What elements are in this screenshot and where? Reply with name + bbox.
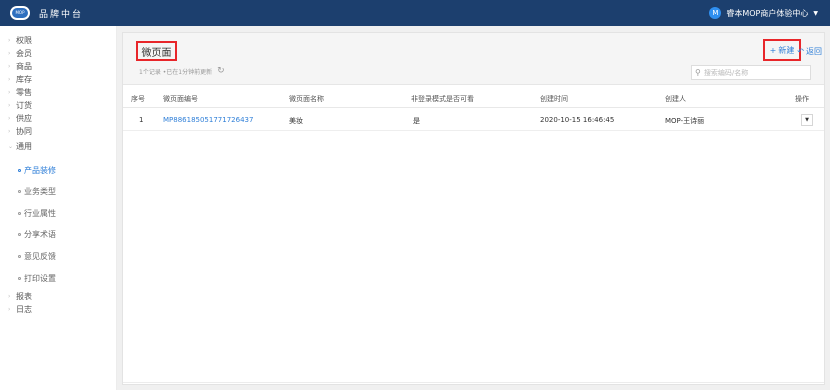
cell-created-at: 2020-10-15 16:46:45	[540, 116, 615, 124]
cell-visible-without-login: 是	[413, 117, 420, 125]
chevron-right-icon: ›	[8, 88, 11, 96]
sidebar-item-label: 会员	[16, 48, 32, 58]
column-header-creator: 创建人	[665, 95, 686, 103]
sidebar-subitem-feedback[interactable]: 意见反馈	[18, 250, 56, 262]
user-name: 睿本MOP商户体验中心	[726, 8, 809, 18]
sidebar-item-logs[interactable]: › 日志	[8, 303, 32, 315]
plus-icon: +	[769, 45, 777, 55]
sidebar-item-ordering[interactable]: › 订货	[8, 99, 32, 111]
sidebar-item-general[interactable]: ⌄ 通用	[8, 140, 32, 152]
chevron-right-icon: ›	[8, 62, 11, 70]
sidebar-item-label: 协同	[16, 126, 32, 136]
bullet-icon	[18, 211, 21, 215]
chevron-right-icon: ›	[8, 101, 11, 109]
cell-code-link[interactable]: MP886185051771726437	[163, 116, 253, 124]
sidebar-subitem-print-settings[interactable]: 打印设置	[18, 272, 56, 284]
undo-arrow-icon: ↶	[797, 47, 804, 56]
sidebar-item-reports[interactable]: › 报表	[8, 290, 32, 302]
divider	[123, 382, 824, 383]
column-header-name: 微页面名称	[289, 95, 324, 103]
avatar: M	[709, 7, 722, 19]
table-row: 1 MP886185051771726437 美妆 是 2020-10-15 1…	[123, 109, 824, 131]
page-title: 微页面	[136, 41, 177, 61]
cell-creator: MOP-王诗丽	[665, 117, 705, 125]
sidebar-item-supply[interactable]: › 供应	[8, 112, 32, 124]
sidebar-item-label: 商品	[16, 61, 32, 71]
chevron-down-icon: ⌄	[8, 142, 14, 150]
sidebar-item-label: 零售	[16, 87, 32, 97]
refresh-icon[interactable]: ↻	[217, 66, 225, 76]
app-title: 品牌中台	[39, 9, 84, 20]
sidebar-item-label: 供应	[16, 113, 32, 123]
chevron-right-icon: ›	[8, 75, 11, 83]
cell-index: 1	[139, 116, 144, 124]
bullet-icon	[18, 189, 21, 193]
chevron-right-icon: ›	[8, 305, 11, 313]
chevron-right-icon: ›	[8, 114, 11, 122]
new-button-label: 新建	[778, 45, 795, 55]
search-input[interactable]	[703, 68, 804, 77]
bullet-icon	[18, 254, 21, 258]
column-header-visible-without-login: 非登录模式是否可看	[411, 95, 474, 103]
chevron-right-icon: ›	[8, 49, 11, 57]
bullet-icon	[18, 276, 21, 280]
sidebar-subitem-product-decoration[interactable]: 产品装修	[18, 164, 56, 176]
brand-logo[interactable]: MOP	[10, 6, 30, 20]
sidebar: › 权限 › 会员 › 商品 › 库存 › 零售 › 订货 › 供应 › 协同 ⌄ 通用 产品装修…	[0, 26, 117, 390]
back-button[interactable]: ↶ 返回	[797, 46, 822, 57]
column-header-code: 微页面编号	[163, 95, 198, 103]
sidebar-subitem-industry-attributes[interactable]: 行业属性	[18, 207, 56, 219]
sidebar-item-inventory[interactable]: › 库存	[8, 73, 32, 85]
sidebar-subitem-label: 业务类型	[24, 186, 56, 196]
brand-logo-text: MOP	[12, 8, 28, 18]
sidebar-subitem-label: 分享术语	[24, 229, 56, 239]
chevron-right-icon: ›	[8, 36, 11, 44]
content-panel: 微页面 1个记录 •已在1分钟前更新 ↻ + 新建 ↶ 返回 ⚲ 序号 微页面编…	[122, 32, 825, 385]
sidebar-item-members[interactable]: › 会员	[8, 47, 32, 59]
sidebar-item-retail[interactable]: › 零售	[8, 86, 32, 98]
sidebar-subitem-business-type[interactable]: 业务类型	[18, 185, 56, 197]
new-button[interactable]: + 新建	[763, 39, 801, 61]
sidebar-item-label: 日志	[16, 304, 32, 314]
sidebar-subitem-label: 产品装修	[24, 165, 56, 175]
column-header-created-at: 创建时间	[540, 95, 568, 103]
panel-header: 微页面 1个记录 •已在1分钟前更新 ↻ + 新建 ↶ 返回 ⚲	[123, 33, 824, 85]
sidebar-item-label: 通用	[16, 141, 32, 151]
record-meta: 1个记录 •已在1分钟前更新 ↻	[139, 66, 225, 76]
search-box[interactable]: ⚲	[691, 65, 811, 80]
table-header: 序号 微页面编号 微页面名称 非登录模式是否可看 创建时间 创建人 操作	[123, 90, 824, 108]
column-header-actions: 操作	[795, 95, 809, 103]
bullet-icon	[18, 168, 21, 172]
back-button-label: 返回	[806, 47, 822, 56]
search-icon: ⚲	[695, 68, 701, 77]
sidebar-item-permissions[interactable]: › 权限	[8, 34, 32, 46]
caret-down-icon: ▼	[805, 117, 809, 123]
cell-name: 美妆	[289, 117, 303, 125]
top-bar: MOP 品牌中台 M 睿本MOP商户体验中心 ▼	[0, 0, 830, 26]
chevron-right-icon: ›	[8, 127, 11, 135]
column-header-index: 序号	[131, 95, 145, 103]
chevron-right-icon: ›	[8, 292, 11, 300]
sidebar-subitem-label: 打印设置	[24, 273, 56, 283]
sidebar-subitem-label: 行业属性	[24, 208, 56, 218]
sidebar-subitem-label: 意见反馈	[24, 251, 56, 261]
bullet-icon	[18, 232, 21, 236]
main-area: 微页面 1个记录 •已在1分钟前更新 ↻ + 新建 ↶ 返回 ⚲ 序号 微页面编…	[117, 26, 830, 390]
sidebar-item-products[interactable]: › 商品	[8, 60, 32, 72]
sidebar-item-label: 订货	[16, 100, 32, 110]
sidebar-item-label: 权限	[16, 35, 32, 45]
user-menu[interactable]: M 睿本MOP商户体验中心 ▼	[709, 0, 818, 26]
sidebar-subitem-share-terms[interactable]: 分享术语	[18, 228, 56, 240]
record-meta-text: 1个记录 •已在1分钟前更新	[139, 68, 213, 76]
sidebar-item-label: 报表	[16, 291, 32, 301]
sidebar-item-collaboration[interactable]: › 协同	[8, 125, 32, 137]
chevron-down-icon: ▼	[813, 9, 818, 17]
row-actions-dropdown[interactable]: ▼	[801, 114, 813, 126]
sidebar-item-label: 库存	[16, 74, 32, 84]
